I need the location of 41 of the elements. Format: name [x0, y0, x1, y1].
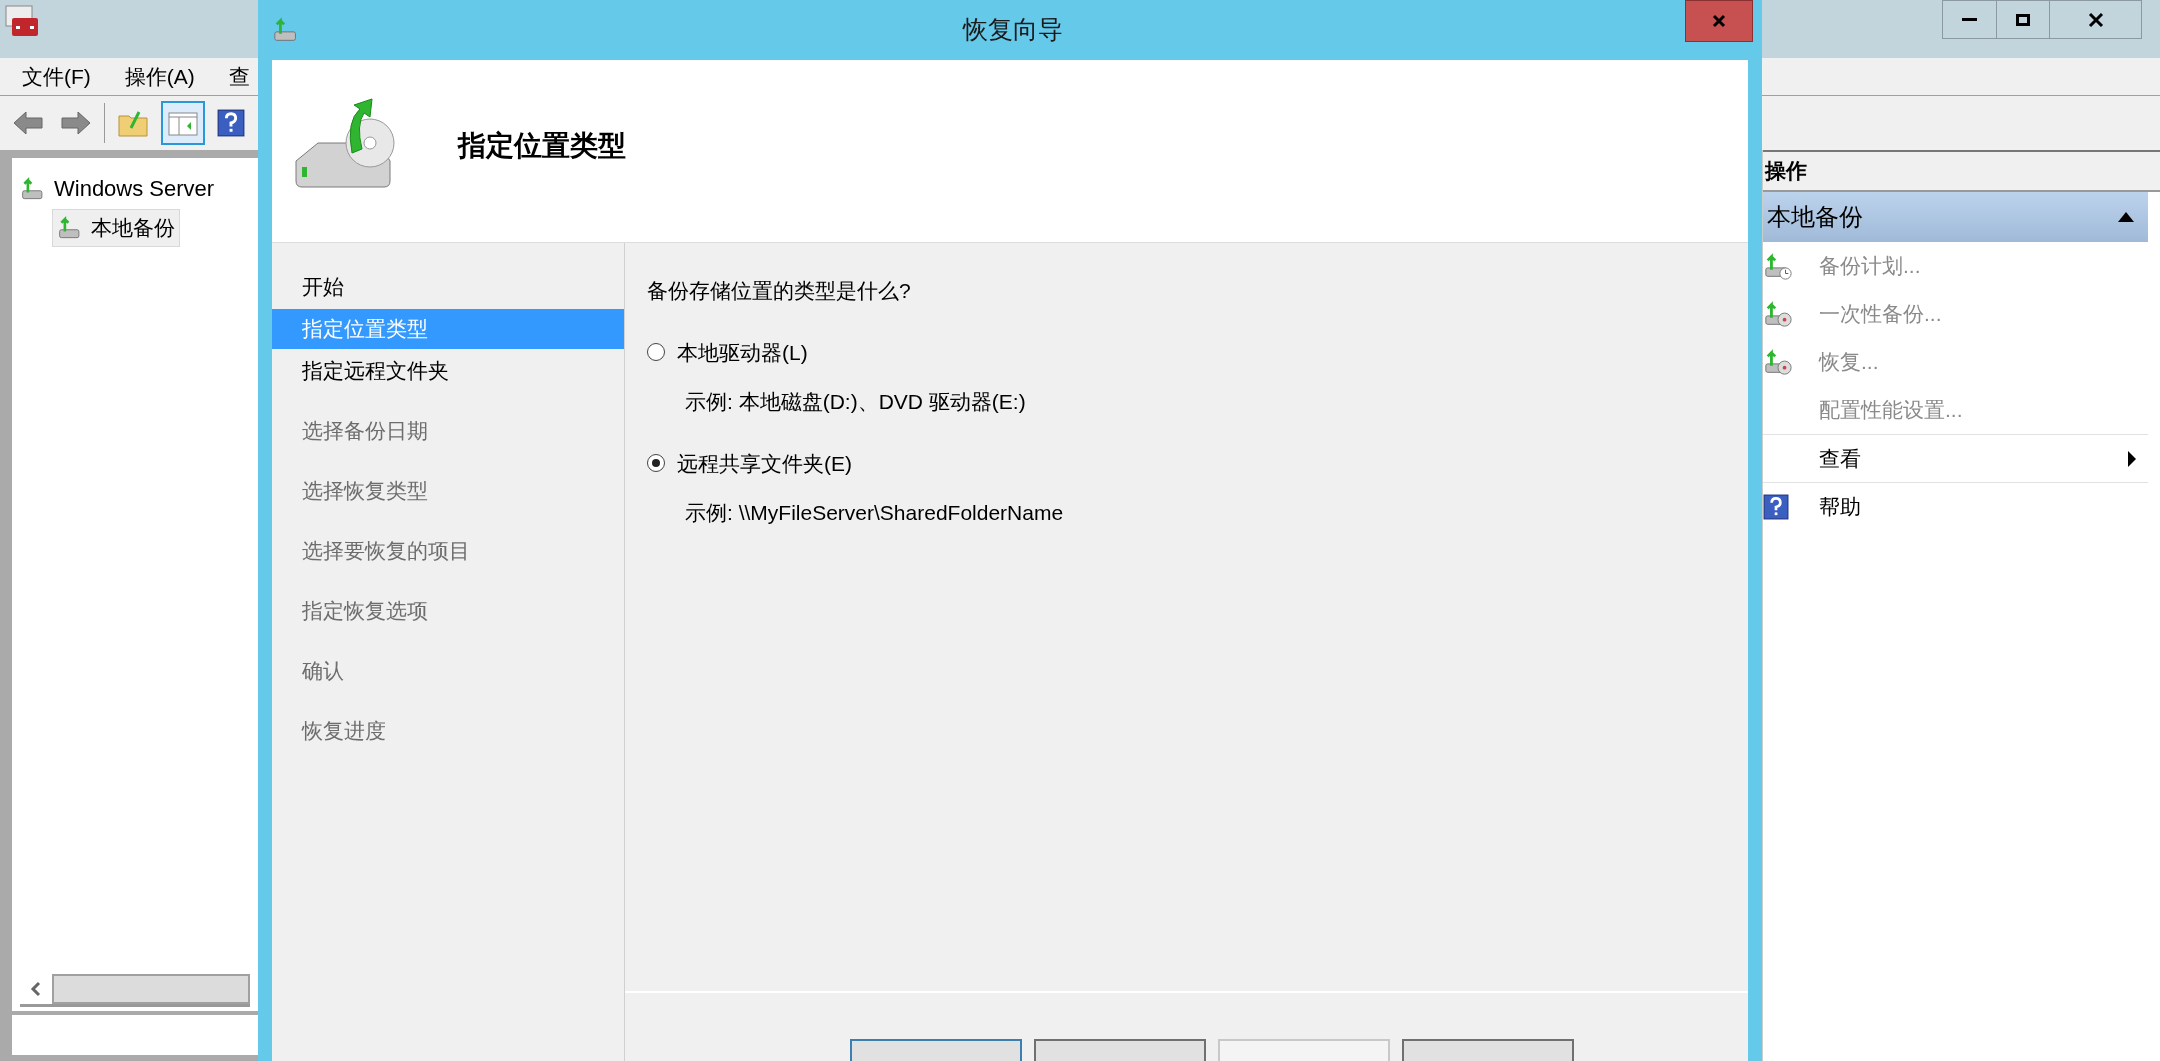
- tree-item[interactable]: 本地备份: [52, 209, 180, 247]
- close-button[interactable]: [2049, 0, 2142, 39]
- wizard-button[interactable]: [1034, 1039, 1206, 1061]
- wizard-button[interactable]: [1402, 1039, 1574, 1061]
- menu-item[interactable]: 查: [228, 60, 250, 93]
- toolbox-icon: [4, 4, 38, 38]
- menu-item[interactable]: 文件(F): [22, 60, 91, 93]
- radio-button[interactable]: [647, 454, 665, 473]
- minimize-icon: [1962, 18, 1977, 21]
- wizard-button[interactable]: [850, 1039, 1022, 1061]
- actions-section-header[interactable]: 本地备份: [1763, 192, 2148, 242]
- close-icon: [2087, 11, 2104, 28]
- example-text: 示例: 本地磁盘(D:)、DVD 驱动器(E:): [685, 389, 1027, 415]
- minimize-button[interactable]: [1942, 0, 1997, 39]
- forward-arrow-icon[interactable]: [58, 108, 92, 138]
- backup-disc-icon: [1763, 299, 1793, 329]
- restore-button[interactable]: [1997, 0, 2049, 39]
- radio-button[interactable]: [647, 343, 665, 362]
- menu-item[interactable]: 操作(A): [124, 60, 195, 93]
- actions-header: 操作: [1763, 152, 2160, 192]
- window-title: 恢复向导: [961, 14, 1064, 46]
- radio-option[interactable]: 远程共享文件夹(E): [647, 447, 1748, 479]
- question-text: 备份存储位置的类型是什么?: [647, 278, 912, 304]
- wizard-step[interactable]: 指定远程文件夹: [272, 351, 624, 391]
- horizontal-scrollbar[interactable]: [20, 973, 250, 1007]
- close-icon: [1711, 13, 1727, 29]
- page-heading: 指定位置类型: [458, 129, 626, 163]
- example-text: 示例: \\MyFileServer\SharedFolderName: [685, 500, 1065, 526]
- back-arrow-icon[interactable]: [12, 108, 46, 138]
- collapse-caret-icon: [2118, 212, 2134, 222]
- tree-item[interactable]: Windows Server: [54, 172, 215, 205]
- help-icon: [217, 109, 245, 137]
- action-item[interactable]: 帮助: [1763, 482, 2148, 530]
- restore-icon: [2016, 13, 2030, 26]
- action-item[interactable]: 查看: [1763, 434, 2148, 482]
- close-button[interactable]: [1685, 0, 1753, 42]
- wizard-step[interactable]: 开始: [272, 267, 624, 307]
- panel-toggle-icon[interactable]: [161, 101, 205, 145]
- recover-disc-icon: [1763, 347, 1793, 377]
- submenu-arrow-icon: [2128, 450, 2136, 467]
- radio-option[interactable]: 本地驱动器(L): [647, 336, 1748, 368]
